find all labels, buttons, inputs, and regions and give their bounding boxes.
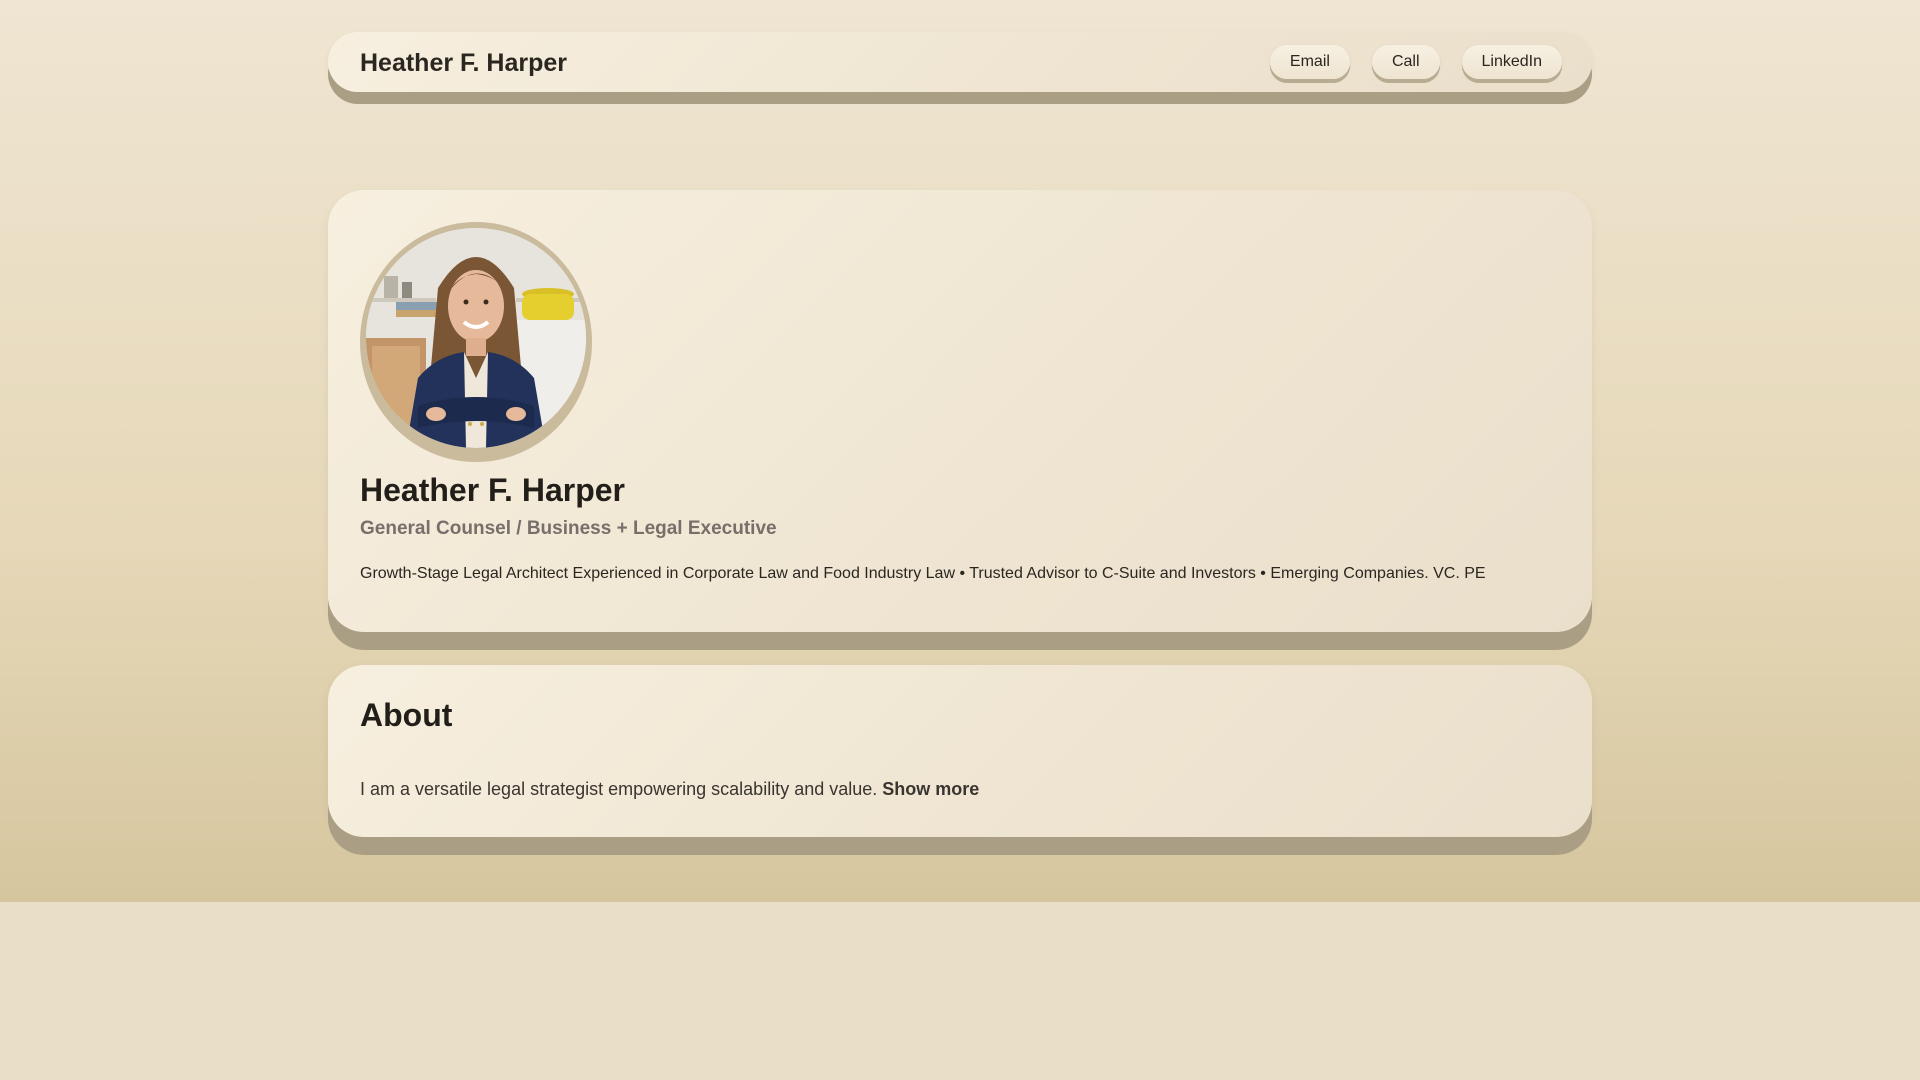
nav-title: Heather F. Harper (360, 49, 568, 77)
about-summary: I am a versatile legal strategist empowe… (360, 779, 878, 799)
about-text: I am a versatile legal strategist empowe… (360, 779, 979, 800)
profile-name: Heather F. Harper (360, 472, 625, 508)
avatar-frame (360, 222, 592, 462)
lower-background (0, 902, 1920, 1080)
call-button[interactable]: Call (1371, 45, 1440, 79)
profile-card: Heather F. Harper General Counsel / Busi… (328, 190, 1592, 632)
linkedin-button[interactable]: LinkedIn (1461, 45, 1562, 79)
profile-title: General Counsel / Business + Legal Execu… (360, 518, 777, 539)
about-card: About I am a versatile legal strategist … (328, 665, 1592, 837)
avatar (366, 228, 586, 448)
navbar: Heather F. Harper Email Call LinkedIn (328, 32, 1592, 92)
email-button[interactable]: Email (1269, 45, 1350, 79)
show-more-link[interactable]: Show more (882, 779, 979, 799)
profile-tagline: Growth-Stage Legal Architect Experienced… (360, 565, 1486, 582)
avatar-portrait-icon (366, 228, 586, 448)
about-heading: About (360, 697, 453, 733)
nav-buttons: Email Call LinkedIn (1269, 45, 1562, 79)
